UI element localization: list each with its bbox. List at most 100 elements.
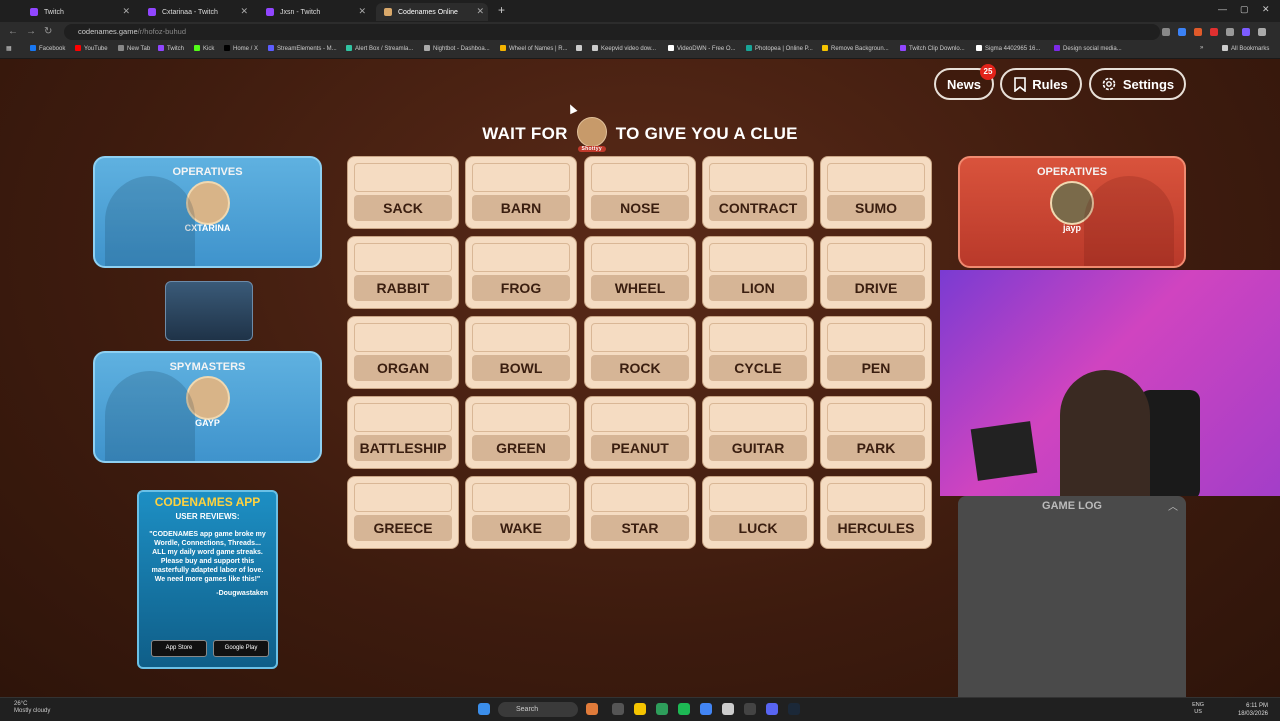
language-indicator[interactable]: ENG US bbox=[1192, 702, 1204, 716]
news-button[interactable]: News 25 bbox=[934, 64, 996, 100]
word-card[interactable]: SACK bbox=[347, 156, 459, 229]
app-icon[interactable] bbox=[744, 703, 756, 715]
bookmark-item[interactable]: Nightbot - Dashboa... bbox=[424, 45, 490, 52]
forward-icon[interactable]: → bbox=[26, 26, 36, 37]
bookmark-item[interactable]: Twitch bbox=[158, 45, 184, 52]
word-card[interactable]: STAR bbox=[584, 476, 696, 549]
bookmark-label: Twitch Clip Downlo... bbox=[909, 46, 965, 52]
extension-icon[interactable] bbox=[1210, 28, 1218, 36]
extension-icon[interactable] bbox=[1178, 28, 1186, 36]
word-card[interactable]: WAKE bbox=[465, 476, 577, 549]
chevron-up-icon[interactable]: ︿ bbox=[1168, 498, 1178, 513]
app-icon[interactable] bbox=[656, 703, 668, 715]
spotify-icon[interactable] bbox=[678, 703, 690, 715]
reload-icon[interactable]: ↻ bbox=[44, 26, 52, 37]
word-card[interactable]: HERCULES bbox=[820, 476, 932, 549]
word-card[interactable]: ORGAN bbox=[347, 316, 459, 389]
steam-icon[interactable] bbox=[788, 703, 800, 715]
word-card[interactable]: PARK bbox=[820, 396, 932, 469]
bookmark-item[interactable]: StreamElements - M... bbox=[268, 45, 337, 52]
bookmark-item[interactable]: Keepvid video dow... bbox=[592, 45, 656, 52]
close-tab-icon[interactable]: ✕ bbox=[122, 6, 130, 17]
bookmark-item[interactable]: YouTube bbox=[75, 45, 108, 52]
bookmark-item[interactable]: Home / X bbox=[224, 45, 258, 52]
weather-widget[interactable]: 26°C Mostly cloudy bbox=[14, 701, 50, 715]
bookmark-item[interactable]: Kick bbox=[194, 45, 214, 52]
card-word: PEN bbox=[827, 355, 925, 381]
codenames-app-promo[interactable]: CODENAMES APP USER REVIEWS: "CODENAMES a… bbox=[137, 490, 278, 669]
bookmark-item[interactable]: Sigma 4402965 16... bbox=[976, 45, 1040, 52]
word-card[interactable]: RABBIT bbox=[347, 236, 459, 309]
bookmark-item[interactable]: New Tab bbox=[118, 45, 150, 52]
puzzle-icon[interactable] bbox=[1226, 28, 1234, 36]
card-picture-area bbox=[591, 483, 689, 512]
maximize-icon[interactable]: ▢ bbox=[1240, 4, 1249, 15]
word-card[interactable]: SUMO bbox=[820, 156, 932, 229]
bookmark-item[interactable]: Facebook bbox=[30, 45, 65, 52]
clock[interactable]: 6:11 PM 18/03/2026 bbox=[1238, 702, 1268, 718]
profile-icon[interactable] bbox=[1242, 28, 1250, 36]
word-card[interactable]: BATTLESHIP bbox=[347, 396, 459, 469]
bookmark-item[interactable]: Wheel of Names | R... bbox=[500, 45, 568, 52]
word-card[interactable]: PEANUT bbox=[584, 396, 696, 469]
wheel-icon bbox=[500, 45, 506, 51]
back-icon[interactable]: ← bbox=[8, 26, 18, 37]
word-card[interactable]: DRIVE bbox=[820, 236, 932, 309]
word-card[interactable]: CONTRACT bbox=[702, 156, 814, 229]
google-play-button[interactable]: Google Play bbox=[213, 640, 269, 657]
word-card[interactable]: GREEN bbox=[465, 396, 577, 469]
settings-button[interactable]: Settings bbox=[1089, 68, 1186, 100]
word-card[interactable]: CYCLE bbox=[702, 316, 814, 389]
url-field[interactable]: codenames.game/r/hofoz-buhud bbox=[64, 24, 1160, 40]
card-word: WHEEL bbox=[591, 275, 689, 301]
card-picture-area bbox=[472, 403, 570, 432]
apps-icon[interactable]: ▦ bbox=[6, 45, 12, 52]
bookmark-item[interactable] bbox=[576, 45, 585, 52]
word-card[interactable]: BOWL bbox=[465, 316, 577, 389]
extension-icon[interactable] bbox=[1194, 28, 1202, 36]
bookmark-item[interactable]: Alert Box / Streamla... bbox=[346, 45, 413, 52]
close-tab-icon[interactable]: ✕ bbox=[476, 6, 484, 17]
bookmark-item[interactable]: Design social media... bbox=[1054, 45, 1122, 52]
word-card[interactable]: LUCK bbox=[702, 476, 814, 549]
menu-icon[interactable] bbox=[1258, 28, 1266, 36]
start-icon[interactable] bbox=[478, 703, 490, 715]
word-card[interactable]: GUITAR bbox=[702, 396, 814, 469]
word-card[interactable]: ROCK bbox=[584, 316, 696, 389]
all-bookmarks[interactable]: All Bookmarks bbox=[1222, 45, 1269, 52]
new-tab-button[interactable]: + bbox=[498, 3, 505, 17]
rules-button[interactable]: Rules bbox=[1000, 68, 1082, 100]
bookmark-star-icon[interactable] bbox=[1162, 28, 1170, 36]
bookmark-item[interactable]: Twitch Clip Downlo... bbox=[900, 45, 965, 52]
taskbar-search[interactable]: Search bbox=[498, 702, 578, 717]
close-window-icon[interactable]: ✕ bbox=[1262, 4, 1270, 15]
word-card[interactable]: FROG bbox=[465, 236, 577, 309]
bookmark-item[interactable]: VideoDWN - Free O... bbox=[668, 45, 736, 52]
browser-tab[interactable]: Twitch ✕ bbox=[22, 3, 134, 21]
url-path: /r/hofoz-buhud bbox=[137, 27, 186, 36]
task-view-icon[interactable] bbox=[612, 703, 624, 715]
word-card[interactable]: BARN bbox=[465, 156, 577, 229]
discord-icon[interactable] bbox=[766, 703, 778, 715]
word-card[interactable]: WHEEL bbox=[584, 236, 696, 309]
browser-tab[interactable]: Cxtarinaa - Twitch ✕ bbox=[140, 3, 252, 21]
promo-author: -Dougwastaken bbox=[216, 590, 268, 597]
word-card[interactable]: PEN bbox=[820, 316, 932, 389]
file-explorer-icon[interactable] bbox=[634, 703, 646, 715]
word-card[interactable]: GREECE bbox=[347, 476, 459, 549]
browser-tab-active[interactable]: Codenames Online ✕ bbox=[376, 3, 488, 21]
chrome-icon[interactable] bbox=[700, 703, 712, 715]
bookmark-item[interactable]: Remove Backgroun... bbox=[822, 45, 889, 52]
word-card[interactable]: LION bbox=[702, 236, 814, 309]
close-tab-icon[interactable]: ✕ bbox=[358, 6, 366, 17]
app-store-button[interactable]: App Store bbox=[151, 640, 207, 657]
close-tab-icon[interactable]: ✕ bbox=[240, 6, 248, 17]
word-card[interactable]: NOSE bbox=[584, 156, 696, 229]
card-picture-area bbox=[827, 323, 925, 352]
app-icon[interactable] bbox=[722, 703, 734, 715]
more-bookmarks-icon[interactable]: » bbox=[1200, 45, 1203, 51]
bookmark-item[interactable]: Photopea | Online P... bbox=[746, 45, 813, 52]
browser-tab[interactable]: Jxsn - Twitch ✕ bbox=[258, 3, 370, 21]
minimize-icon[interactable]: — bbox=[1218, 4, 1227, 14]
app-icon[interactable] bbox=[586, 703, 598, 715]
